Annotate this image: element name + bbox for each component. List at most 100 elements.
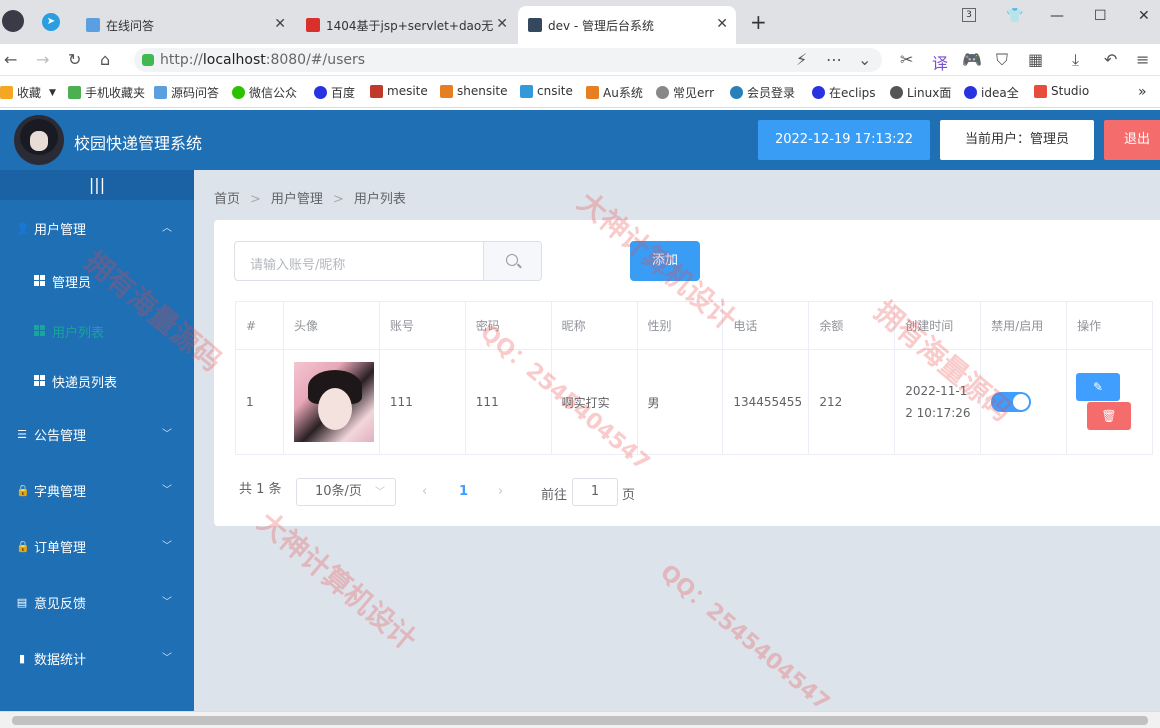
telegram-icon[interactable]: ➤ bbox=[42, 13, 60, 31]
reload-icon[interactable]: ↻ bbox=[68, 50, 81, 69]
sidebar-collapse-button[interactable]: ||| bbox=[0, 170, 194, 200]
browser-tab-1[interactable]: 在线问答 ✕ bbox=[76, 6, 294, 44]
maximize-icon[interactable]: ☐ bbox=[1094, 8, 1107, 24]
breadcrumb-current: 用户列表 bbox=[353, 192, 406, 207]
translate-icon[interactable]: 译 bbox=[932, 50, 948, 74]
breadcrumb-user-management[interactable]: 用户管理 bbox=[271, 192, 323, 207]
sidebar-menu-dictionary[interactable]: 🔒 字典管理 ﹀ bbox=[0, 465, 194, 515]
chevron-down-icon: ﹀ bbox=[162, 485, 172, 496]
avatar bbox=[14, 115, 64, 165]
add-button[interactable]: 添加 bbox=[630, 241, 700, 281]
bookmark-icon bbox=[370, 84, 383, 98]
url-field[interactable]: http://localhost:8080/#/users bbox=[134, 48, 882, 72]
sidebar-menu-announcements[interactable]: ☰ 公告管理 ﹀ bbox=[0, 409, 194, 459]
close-window-icon[interactable]: ✕ bbox=[1138, 8, 1150, 24]
bookmark-item[interactable]: Linux面 bbox=[890, 84, 951, 101]
bookmark-item[interactable]: 微信公众 bbox=[232, 84, 297, 101]
user-icon: 👤 bbox=[16, 221, 30, 235]
bookmark-item[interactable]: 手机收藏夹 bbox=[68, 84, 145, 101]
more-icon[interactable]: ⋯ bbox=[826, 50, 842, 69]
next-page-icon[interactable]: › bbox=[498, 484, 503, 499]
sidebar-menu-orders[interactable]: 🔒 订单管理 ﹀ bbox=[0, 521, 194, 571]
tab-counter-badge[interactable]: 3 bbox=[962, 8, 976, 22]
scrollbar-thumb[interactable] bbox=[12, 716, 1148, 725]
bookmark-icon bbox=[440, 84, 453, 98]
logout-button[interactable]: 退出 bbox=[1104, 120, 1160, 160]
shirt-icon[interactable]: 👕 bbox=[1006, 8, 1023, 24]
breadcrumb-home[interactable]: 首页 bbox=[214, 192, 240, 207]
game-icon[interactable]: 🎮 bbox=[962, 50, 982, 69]
admin-app: 校园快递管理系统 2022-12-19 17:13:22 当前用户：管理员 退出… bbox=[0, 110, 1160, 711]
cell-created: 2022-11-1 2 10:17:26 bbox=[894, 349, 982, 455]
sidebar-item-user-list[interactable]: 用户列表 bbox=[0, 306, 194, 356]
shield-icon[interactable]: ⛉ bbox=[996, 50, 1008, 70]
chevron-up-icon: ︿ bbox=[162, 223, 172, 234]
sidebar-menu-statistics[interactable]: ▮ 数据统计 ﹀ bbox=[0, 633, 194, 683]
sliders-icon: ☰ bbox=[17, 427, 27, 441]
page-size-select[interactable]: 10条/页 ﹀ bbox=[296, 478, 396, 506]
chevron-down-icon[interactable]: ⌄ bbox=[858, 50, 871, 69]
chevron-down-icon: ﹀ bbox=[375, 487, 385, 498]
browser-tab-3-active[interactable]: dev - 管理后台系统 ✕ bbox=[518, 6, 736, 44]
grid-icon bbox=[34, 375, 46, 387]
sidebar-item-admins[interactable]: 管理员 bbox=[0, 256, 194, 306]
bookmark-item[interactable]: 常见err bbox=[656, 84, 714, 101]
delete-button[interactable]: 🗑 bbox=[1087, 402, 1131, 430]
column-header: 创建时间 bbox=[894, 301, 982, 350]
trash-icon: 🗑 bbox=[1101, 409, 1117, 423]
bookmark-item[interactable]: 收藏 ▼ bbox=[0, 84, 56, 101]
search-input[interactable]: 请输入账号/昵称 bbox=[234, 241, 542, 281]
new-tab-icon[interactable]: + bbox=[750, 10, 767, 34]
cell-status bbox=[980, 349, 1068, 455]
page-number[interactable]: 1 bbox=[459, 484, 468, 499]
bookmark-item[interactable]: Au系统 bbox=[586, 84, 643, 101]
sidebar: ||| 👤 用户管理 ︿ 管理员 用户列表 快递员列表 ☰ 公告管理 ﹀ 🔒 字… bbox=[0, 170, 194, 711]
bookmark-item[interactable]: cnsite bbox=[520, 84, 573, 98]
horizontal-scrollbar[interactable] bbox=[0, 711, 1160, 728]
url-prefix: http:// bbox=[160, 52, 203, 68]
bookmark-item[interactable]: Studio bbox=[1034, 84, 1089, 98]
pagination-total: 共 1 条 bbox=[239, 482, 282, 497]
menu-icon[interactable]: ≡ bbox=[1136, 50, 1149, 69]
datetime-badge: 2022-12-19 17:13:22 bbox=[758, 120, 930, 160]
tab-close-icon[interactable]: ✕ bbox=[496, 16, 508, 32]
address-bar-row: ← → ↻ ⌂ http://localhost:8080/#/users ⚡ … bbox=[0, 44, 1160, 76]
clipboard-icon: ▤ bbox=[16, 595, 28, 609]
search-button[interactable] bbox=[483, 242, 541, 280]
bookmark-item[interactable]: 会员登录 bbox=[730, 84, 795, 101]
bookmark-item[interactable]: 在eclips bbox=[812, 84, 876, 101]
bookmarks-overflow-icon[interactable]: » bbox=[1138, 84, 1147, 100]
tab-close-icon[interactable]: ✕ bbox=[274, 16, 286, 32]
bookmark-item[interactable]: shensite bbox=[440, 84, 508, 98]
prev-page-icon[interactable]: ‹ bbox=[422, 484, 427, 499]
tab-label: dev - 管理后台系统 bbox=[548, 18, 655, 33]
forward-icon[interactable]: → bbox=[36, 50, 49, 69]
bookmark-icon bbox=[520, 84, 533, 98]
profile-avatar-icon[interactable] bbox=[2, 10, 24, 32]
enable-toggle[interactable] bbox=[991, 392, 1032, 412]
bookmark-item[interactable]: 百度 bbox=[314, 84, 355, 101]
phone-icon bbox=[68, 86, 81, 99]
sidebar-item-courier-list[interactable]: 快递员列表 bbox=[0, 356, 194, 406]
goto-page-input[interactable]: 1 bbox=[572, 478, 618, 506]
bookmark-item[interactable]: idea全 bbox=[964, 84, 1019, 101]
home-icon[interactable]: ⌂ bbox=[100, 50, 110, 69]
apps-grid-icon[interactable]: ▦ bbox=[1028, 50, 1043, 69]
scissors-icon[interactable]: ✂ bbox=[900, 50, 913, 69]
bookmark-item[interactable]: 源码问答 bbox=[154, 84, 219, 101]
undo-icon[interactable]: ↶ bbox=[1104, 50, 1117, 69]
lightning-icon[interactable]: ⚡ bbox=[796, 50, 807, 69]
browser-tab-2[interactable]: 1404基于jsp+servlet+dao无 ✕ bbox=[296, 6, 516, 44]
sidebar-menu-feedback[interactable]: ▤ 意见反馈 ﹀ bbox=[0, 577, 194, 627]
user-avatar-image bbox=[293, 362, 374, 442]
edit-button[interactable]: ✎ bbox=[1076, 373, 1120, 401]
bookmark-item[interactable]: mesite bbox=[370, 84, 428, 98]
back-icon[interactable]: ← bbox=[4, 50, 17, 69]
toggle-knob bbox=[1013, 394, 1030, 410]
download-icon[interactable]: ⤓ bbox=[1072, 50, 1079, 70]
minimize-icon[interactable]: — bbox=[1050, 8, 1064, 24]
sidebar-menu-user-management[interactable]: 👤 用户管理 ︿ bbox=[0, 203, 194, 253]
tab-close-icon[interactable]: ✕ bbox=[716, 16, 728, 32]
cell-balance: 212 bbox=[808, 349, 896, 455]
app-header: 校园快递管理系统 2022-12-19 17:13:22 当前用户：管理员 退出 bbox=[0, 110, 1160, 170]
